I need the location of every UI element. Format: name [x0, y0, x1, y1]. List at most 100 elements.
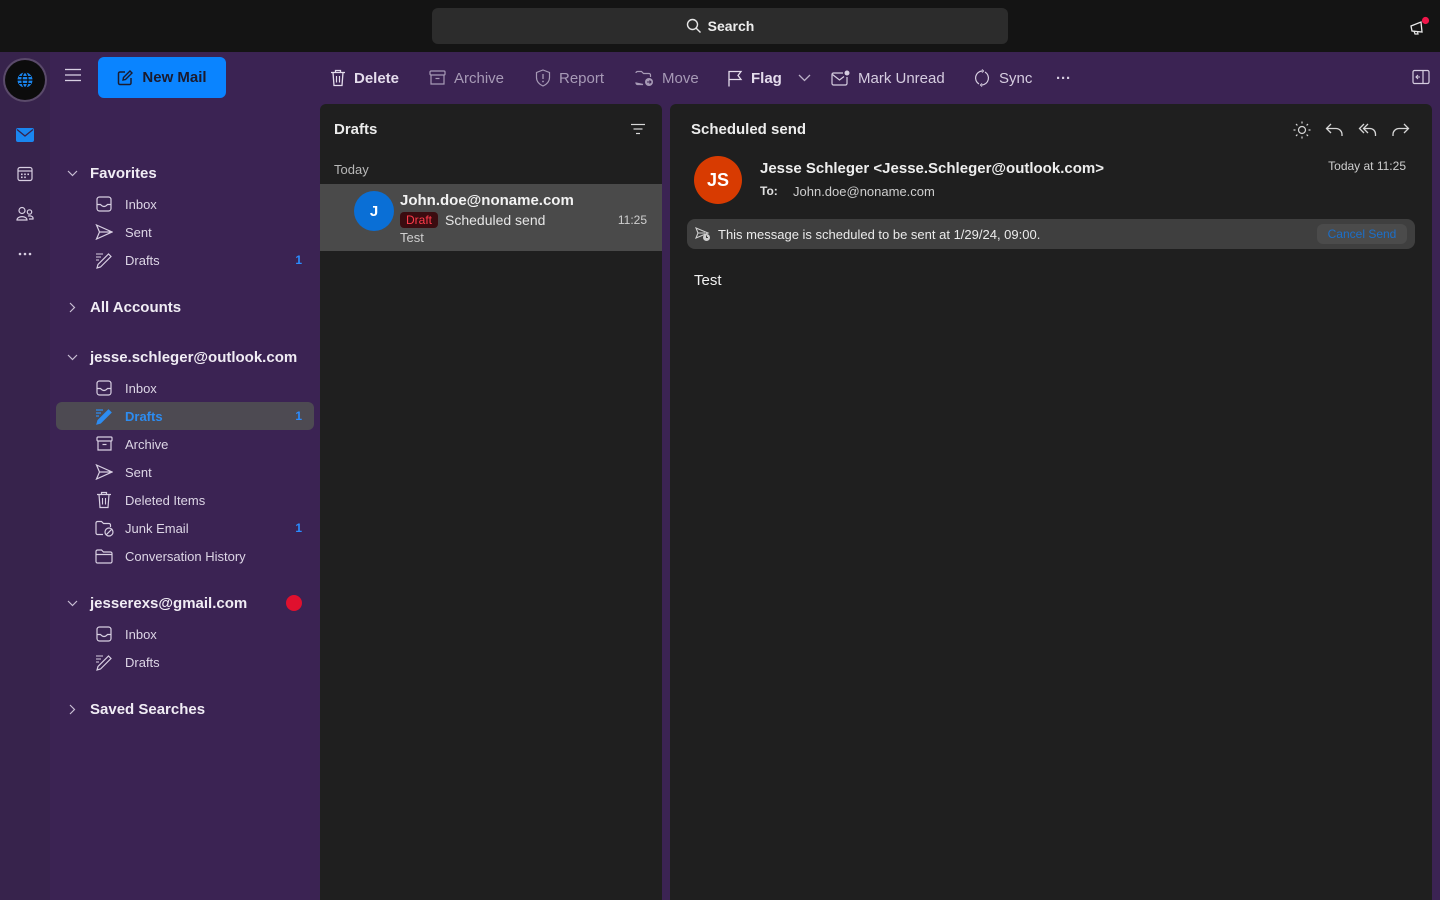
outlook-archive[interactable]: Archive	[56, 430, 314, 458]
message-sender: John.doe@noname.com	[400, 192, 574, 209]
outlook-inbox[interactable]: Inbox	[56, 374, 314, 402]
move-label: Move	[662, 69, 699, 87]
mark-unread-label: Mark Unread	[858, 69, 945, 87]
hamburger-icon	[64, 68, 84, 82]
app-window: New Mail Delete Archive Report Move Flag…	[0, 52, 1440, 900]
message-date: Today at 11:25	[1328, 159, 1406, 173]
rail-mail-button[interactable]	[10, 120, 40, 150]
message-time: 11:25	[617, 213, 647, 227]
new-mail-button[interactable]: New Mail	[98, 57, 226, 98]
gmail-drafts[interactable]: Drafts	[56, 648, 314, 676]
rail-people-button[interactable]	[10, 199, 40, 229]
compose-icon	[117, 69, 134, 86]
feedback-button[interactable]	[1408, 16, 1432, 38]
reply-all-icon	[1358, 123, 1377, 136]
rail-more-button[interactable]	[10, 239, 40, 269]
scheduled-send-icon	[695, 226, 711, 242]
move-button[interactable]: Move	[635, 65, 699, 91]
globe-icon	[16, 71, 34, 89]
mark-unread-button[interactable]: Mark Unread	[831, 65, 945, 91]
toolbar: New Mail Delete Archive Report Move Flag…	[50, 52, 1440, 104]
sync-button[interactable]: Sync	[973, 65, 1032, 91]
outlook-drafts[interactable]: Drafts 1	[56, 402, 314, 430]
chevron-down-icon[interactable]	[798, 74, 811, 82]
reply-all-button[interactable]	[1358, 121, 1377, 139]
flag-label: Flag	[751, 69, 782, 87]
scheduled-send-text: This message is scheduled to be sent at …	[718, 227, 1041, 242]
search-icon	[686, 18, 702, 34]
megaphone-icon	[1408, 16, 1432, 38]
calendar-icon	[17, 166, 33, 182]
sun-icon	[1293, 121, 1310, 139]
message-subject: Scheduled send	[445, 212, 546, 228]
all-accounts-label: All Accounts	[90, 298, 182, 316]
junk-icon	[94, 519, 114, 537]
saved-searches-group-header[interactable]: Saved Searches	[64, 697, 205, 721]
new-mail-label: New Mail	[142, 69, 207, 86]
favorites-inbox[interactable]: Inbox	[56, 190, 314, 218]
outlook-account-header[interactable]: jesse.schleger@outlook.com	[64, 345, 297, 369]
favorites-drafts[interactable]: Drafts 1	[56, 246, 314, 274]
sender-name[interactable]: Jesse Schleger <Jesse.Schleger@outlook.c…	[760, 160, 1104, 177]
delete-button[interactable]: Delete	[330, 65, 399, 91]
forward-button[interactable]	[1391, 121, 1410, 139]
account-error-badge[interactable]	[286, 595, 302, 611]
all-accounts-group-header[interactable]: All Accounts	[64, 295, 181, 319]
message-preview: Test	[400, 230, 424, 245]
saved-searches-label: Saved Searches	[90, 700, 206, 718]
sender-avatar: JS	[694, 156, 742, 204]
title-bar: Search	[0, 0, 1440, 52]
archive-button[interactable]: Archive	[429, 65, 504, 91]
app-rail	[0, 52, 50, 900]
send-icon	[94, 223, 114, 241]
flag-button[interactable]: Flag	[727, 65, 811, 91]
scheduled-send-banner: This message is scheduled to be sent at …	[687, 219, 1415, 249]
date-group-label: Today	[334, 162, 369, 177]
favorites-sent[interactable]: Sent	[56, 218, 314, 246]
outlook-junk-email[interactable]: Junk Email 1	[56, 514, 314, 542]
recipient[interactable]: John.doe@noname.com	[793, 184, 935, 199]
trash-icon	[94, 491, 114, 509]
theme-toggle-button[interactable]	[1292, 121, 1311, 139]
chevron-right-icon	[64, 302, 80, 313]
rail-calendar-button[interactable]	[10, 159, 40, 189]
more-actions-button[interactable]: ···	[1056, 65, 1071, 91]
toggle-reading-pane-button[interactable]	[1412, 69, 1430, 85]
gmail-inbox[interactable]: Inbox	[56, 620, 314, 648]
search-box[interactable]: Search	[432, 8, 1008, 44]
flag-icon	[727, 70, 743, 87]
people-icon	[16, 206, 34, 222]
message-list-item[interactable]: J John.doe@noname.com Draft Scheduled se…	[320, 184, 662, 251]
filter-button[interactable]	[630, 123, 646, 137]
menu-toggle-button[interactable]	[64, 68, 84, 88]
folder-pane: Favorites Inbox Sent Drafts 1 All Accoun…	[50, 104, 320, 900]
drafts-icon	[94, 407, 114, 425]
reading-actions	[1292, 121, 1410, 139]
filter-icon	[630, 123, 646, 135]
mark-unread-icon	[831, 70, 850, 86]
favorites-group-header[interactable]: Favorites	[64, 161, 157, 185]
more-icon	[18, 252, 32, 256]
outlook-conversation-history[interactable]: Conversation History	[56, 542, 314, 570]
rail-accounts-button[interactable]	[5, 60, 45, 100]
move-folder-icon	[635, 70, 654, 87]
favorites-label: Favorites	[90, 164, 157, 182]
report-button[interactable]: Report	[535, 65, 604, 91]
send-icon	[94, 463, 114, 481]
outlook-sent[interactable]: Sent	[56, 458, 314, 486]
to-label: To:	[760, 184, 778, 198]
chevron-down-icon	[64, 354, 80, 361]
trash-icon	[330, 69, 346, 87]
cancel-send-button[interactable]: Cancel Send	[1317, 224, 1407, 244]
gmail-account-header[interactable]: jesserexs@gmail.com	[64, 591, 247, 615]
inbox-icon	[94, 625, 114, 643]
reply-icon	[1325, 123, 1343, 136]
unread-count: 1	[295, 409, 302, 423]
search-label: Search	[707, 18, 755, 34]
reply-button[interactable]	[1325, 121, 1344, 139]
inbox-icon	[94, 195, 114, 213]
chevron-down-icon	[64, 170, 80, 177]
outlook-deleted-items[interactable]: Deleted Items	[56, 486, 314, 514]
avatar: J	[354, 191, 394, 231]
archive-label: Archive	[454, 69, 505, 87]
